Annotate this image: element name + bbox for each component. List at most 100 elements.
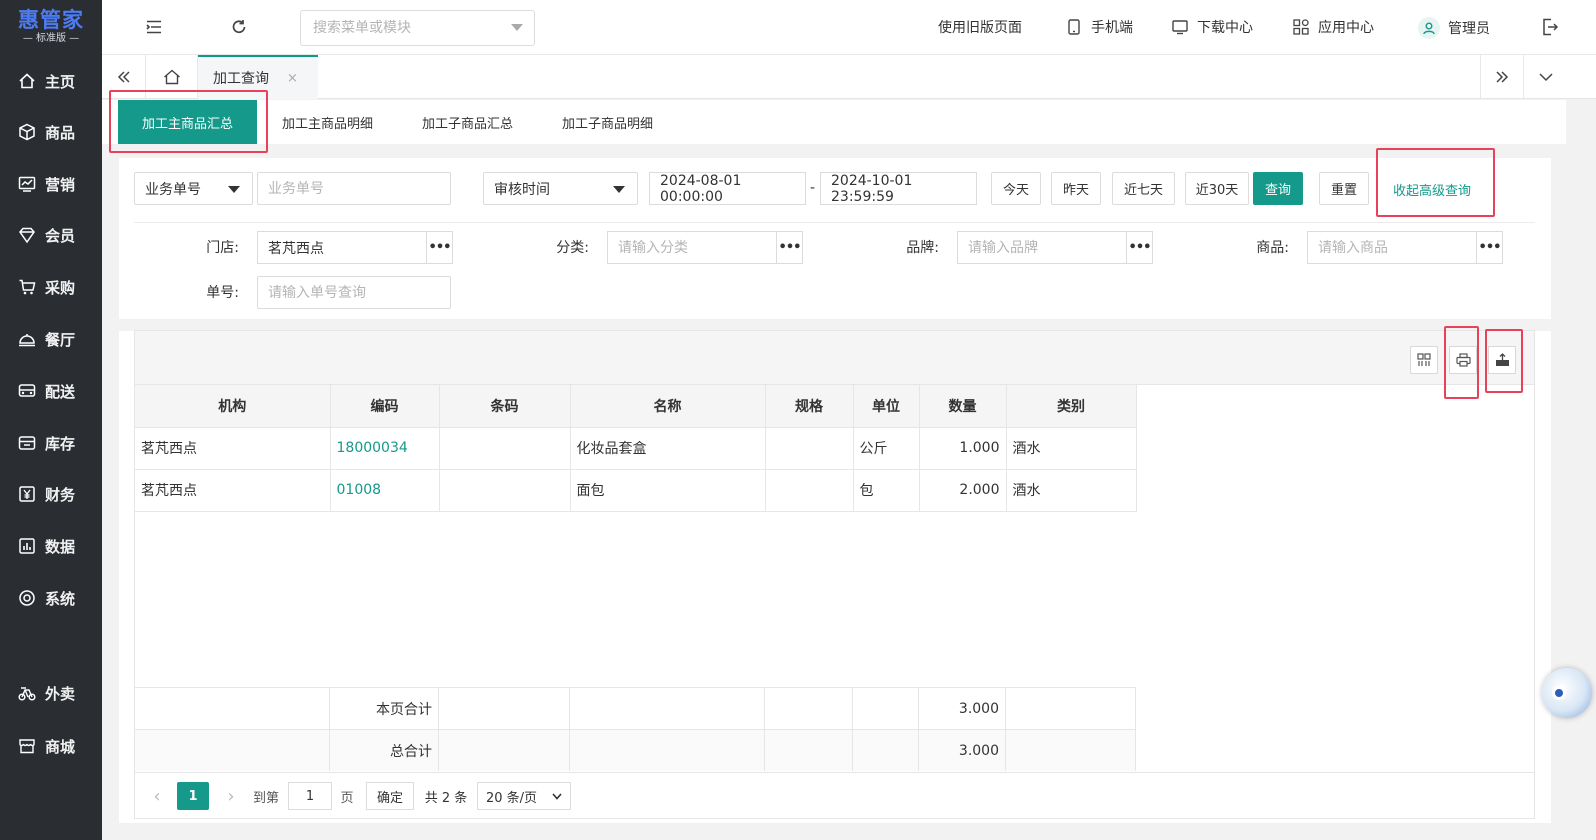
cell-code[interactable]: 01008: [330, 469, 440, 512]
sum-empty-cell: [1006, 730, 1136, 771]
apps-label: 应用中心: [1318, 20, 1374, 36]
sum-empty-cell: [853, 730, 919, 771]
col-header-name[interactable]: 名称: [570, 385, 766, 428]
page-size-select[interactable]: 20 条/页: [477, 782, 571, 810]
subtab-main-detail[interactable]: 加工主商品明细: [282, 100, 373, 144]
product-picker[interactable]: •••: [1307, 231, 1503, 264]
sidebar-item-system[interactable]: 系统: [0, 578, 102, 618]
cell-category: 酒水: [1006, 427, 1137, 470]
last-30-days-button[interactable]: 近30天: [1185, 172, 1249, 205]
col-header-category[interactable]: 类别: [1006, 385, 1137, 428]
sidebar-item-restaurant[interactable]: 餐厅: [0, 319, 102, 359]
refresh-icon[interactable]: [228, 16, 250, 38]
user-menu[interactable]: 管理员: [1418, 17, 1490, 39]
subtab-sub-summary[interactable]: 加工子商品汇总: [422, 100, 513, 144]
logout-icon[interactable]: [1539, 16, 1561, 38]
table-row[interactable]: 茗芃西点 18000034 化妆品套盒 公斤 1.000 酒水: [135, 427, 1137, 470]
reset-button[interactable]: 重置: [1319, 172, 1369, 205]
col-header-barcode[interactable]: 条码: [439, 385, 571, 428]
sidebar-item-delivery[interactable]: 配送: [0, 371, 102, 411]
time-type-select[interactable]: 审核时间: [483, 172, 638, 205]
col-header-org[interactable]: 机构: [135, 385, 331, 428]
more-dots-icon[interactable]: •••: [1126, 232, 1152, 263]
results-table-container: 机构 编码 条码 名称 规格 单位 数量 类别 茗芃西点 18000034 化妆…: [134, 330, 1535, 819]
more-dots-icon[interactable]: •••: [1476, 232, 1502, 263]
page-1-button[interactable]: 1: [177, 782, 209, 810]
sum-empty-cell: [1006, 688, 1136, 729]
old-page-link[interactable]: 使用旧版页面: [938, 17, 1022, 37]
subtab-sub-detail[interactable]: 加工子商品明细: [562, 100, 653, 144]
export-icon[interactable]: [1488, 346, 1516, 374]
sidebar-item-data[interactable]: 数据: [0, 526, 102, 566]
date-end-input[interactable]: 2024-10-01 23:59:59: [820, 172, 977, 205]
date-start-input[interactable]: 2024-08-01 00:00:00: [649, 172, 806, 205]
store-input[interactable]: [258, 232, 426, 263]
table-row[interactable]: 茗芃西点 01008 面包 包 2.000 酒水: [135, 469, 1137, 512]
order-number-input[interactable]: [257, 276, 451, 309]
query-button[interactable]: 查询: [1253, 172, 1303, 205]
scroll-left-icon[interactable]: [102, 55, 146, 99]
subtab-main-summary[interactable]: 加工主商品汇总: [118, 100, 258, 144]
product-input[interactable]: [1308, 232, 1476, 263]
sidebar-item-members[interactable]: 会员: [0, 215, 102, 255]
col-header-spec[interactable]: 规格: [765, 385, 854, 428]
chevron-down-icon: [228, 186, 240, 193]
prev-page-icon[interactable]: ‹: [147, 782, 167, 810]
sidebar-item-finance[interactable]: 财务: [0, 474, 102, 514]
cell-barcode: [439, 427, 571, 470]
collapse-advanced-link[interactable]: 收起高级查询: [1393, 180, 1471, 199]
scroll-right-icon[interactable]: [1480, 55, 1524, 99]
tab-processing-query[interactable]: 加工查询 ×: [198, 55, 318, 99]
close-icon[interactable]: ×: [287, 71, 298, 86]
last-7-days-button[interactable]: 近七天: [1112, 172, 1175, 205]
sum-empty-cell: [765, 730, 853, 771]
print-icon[interactable]: [1449, 346, 1477, 374]
menu-search-input[interactable]: [300, 10, 535, 46]
goto-confirm-button[interactable]: 确定: [366, 782, 414, 810]
more-dots-icon[interactable]: •••: [426, 232, 452, 263]
page-size-value: 20 条/页: [486, 790, 538, 806]
tab-menu-chevron-icon[interactable]: [1524, 55, 1568, 99]
store-icon: [18, 737, 36, 755]
today-button[interactable]: 今天: [991, 172, 1041, 205]
cell-code[interactable]: 18000034: [330, 427, 440, 470]
sidebar-item-purchase[interactable]: 采购: [0, 267, 102, 307]
menu-toggle-icon[interactable]: [143, 16, 165, 38]
brand-picker[interactable]: •••: [957, 231, 1153, 264]
chevron-down-icon[interactable]: [511, 24, 523, 31]
category-input[interactable]: [608, 232, 776, 263]
column-settings-icon[interactable]: [1410, 346, 1438, 374]
col-header-qty[interactable]: 数量: [919, 385, 1007, 428]
doc-type-value: 业务单号: [145, 181, 201, 198]
col-header-unit[interactable]: 单位: [853, 385, 920, 428]
next-page-icon[interactable]: ›: [221, 782, 241, 810]
sidebar-item-takeout[interactable]: 外卖: [0, 673, 102, 713]
sum-empty-cell: [570, 688, 765, 729]
app-center-link[interactable]: 应用中心: [1292, 17, 1374, 37]
store-picker[interactable]: •••: [257, 231, 453, 264]
top-header: 使用旧版页面 手机端 下载中心 应用中心 管理员: [102, 0, 1596, 55]
brand-logo[interactable]: 惠管家 — 标准版 —: [0, 0, 102, 50]
sidebar-item-mall[interactable]: 商城: [0, 726, 102, 766]
sidebar-item-label: 采购: [45, 278, 76, 297]
download-center-link[interactable]: 下载中心: [1171, 17, 1253, 37]
category-picker[interactable]: •••: [607, 231, 803, 264]
col-header-code[interactable]: 编码: [330, 385, 440, 428]
more-dots-icon[interactable]: •••: [776, 232, 802, 263]
cell-name: 面包: [570, 469, 766, 512]
sidebar-item-home[interactable]: 主页: [0, 61, 102, 101]
sidebar-item-products[interactable]: 商品: [0, 112, 102, 152]
home-tab-icon[interactable]: [146, 55, 198, 99]
cell-spec: [765, 469, 854, 512]
assistant-float-icon[interactable]: [1542, 668, 1592, 718]
yesterday-button[interactable]: 昨天: [1051, 172, 1101, 205]
mobile-link[interactable]: 手机端: [1065, 17, 1133, 37]
sidebar-item-inventory[interactable]: 库存: [0, 423, 102, 463]
doc-number-input[interactable]: [257, 172, 451, 205]
brand-input[interactable]: [958, 232, 1126, 263]
download-icon: [1171, 18, 1189, 36]
chart-icon: [18, 175, 36, 193]
doc-type-select[interactable]: 业务单号: [134, 172, 253, 205]
goto-page-input[interactable]: 1: [288, 782, 332, 810]
sidebar-item-marketing[interactable]: 营销: [0, 164, 102, 204]
